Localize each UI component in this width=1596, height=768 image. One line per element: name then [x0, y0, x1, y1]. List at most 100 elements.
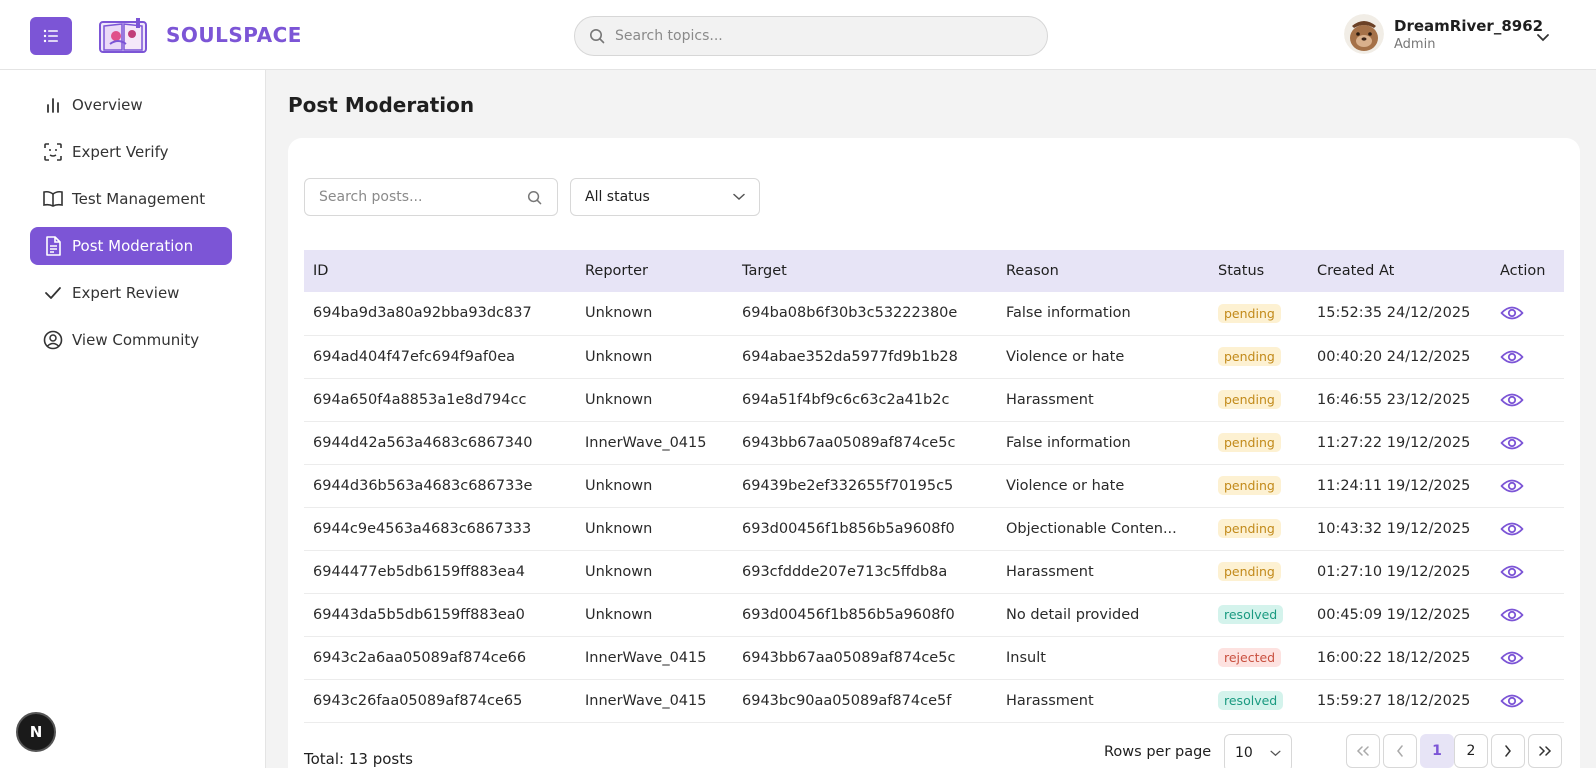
rows-per-page-label: Rows per page — [1104, 744, 1212, 760]
view-eye-icon[interactable] — [1500, 564, 1564, 580]
rows-per-page-select[interactable]: 10 — [1224, 734, 1292, 768]
avatar[interactable] — [1344, 14, 1384, 54]
rows-per-page-value: 10 — [1235, 745, 1253, 761]
view-eye-icon[interactable] — [1500, 693, 1564, 709]
sidebar-item-view-community[interactable]: View Community — [30, 321, 232, 359]
sidebar-item-expert-review[interactable]: Expert Review — [30, 274, 232, 312]
column-header-action: Action — [1500, 263, 1546, 279]
cell-id: 694ba9d3a80a92bba93dc837 — [313, 305, 532, 322]
cell-reporter: Unknown — [585, 348, 653, 365]
cell-action — [1491, 378, 1564, 421]
view-eye-icon[interactable] — [1500, 435, 1564, 451]
cell-reason: Violence or hate — [1006, 348, 1125, 365]
table-row[interactable]: 69443da5b5db6159ff883ea0 Unknown 693d00456… — [304, 593, 1564, 636]
sidebar — [0, 70, 266, 768]
cell-target: 6943bb67aa05089af874ce5c — [742, 649, 956, 666]
sidebar-item-label: Post Moderation — [72, 237, 194, 255]
sidebar-item-label: Expert Verify — [72, 143, 169, 161]
cell-id: 6944d42a563a4683c6867340 — [313, 434, 533, 451]
sidebar-item-test-management[interactable]: Test Management — [30, 180, 232, 218]
view-eye-icon[interactable] — [1500, 349, 1564, 365]
view-eye-icon[interactable] — [1500, 478, 1564, 494]
prev-page-button[interactable] — [1383, 734, 1417, 768]
cell-action — [1491, 335, 1564, 378]
user-menu[interactable]: DreamRiver_8962 Admin — [1344, 14, 1543, 54]
status-badge: pending — [1218, 303, 1281, 323]
page-button-2[interactable]: 2 — [1454, 734, 1488, 768]
cell-id: 6943c26faa05089af874ce65 — [313, 692, 523, 709]
cell-reason: Violence or hate — [1006, 477, 1125, 494]
status-badge: pending — [1218, 347, 1281, 366]
last-page-button[interactable] — [1528, 734, 1562, 768]
cell-action — [1491, 507, 1564, 550]
cell-reason: Objectionable Conten... — [1006, 520, 1177, 537]
cell-reporter: InnerWave_0415 — [585, 692, 707, 709]
column-header-reason[interactable]: Reason — [997, 250, 1209, 292]
table-row[interactable]: 6943c26faa05089af874ce65 InnerWave_0415 69… — [304, 679, 1564, 722]
topic-search-input[interactable] — [615, 28, 995, 44]
sidebar-item-expert-verify[interactable]: Expert Verify — [30, 133, 232, 171]
cell-reason: Harassment — [1006, 563, 1094, 580]
cell-id: 6944477eb5db6159ff883ea4 — [313, 563, 525, 580]
book-icon — [42, 188, 64, 210]
brand-logo[interactable] — [96, 16, 152, 56]
cell-id: 694ad404f47efc694f9af0ea — [313, 348, 516, 365]
cell-status: pending — [1209, 335, 1308, 378]
table-row[interactable]: 6944d36b563a4683c686733e Unknown 69439be2e… — [304, 464, 1564, 507]
column-header-reporter[interactable]: Reporter — [576, 250, 733, 292]
column-header-status[interactable]: Status — [1209, 250, 1308, 292]
dev-tools-badge[interactable]: N — [16, 712, 56, 752]
table-row[interactable]: 6944c9e4563a4683c6867333 Unknown 693d00456… — [304, 507, 1564, 550]
view-eye-icon[interactable] — [1500, 650, 1564, 666]
sidebar-item-overview[interactable]: Overview — [30, 86, 232, 124]
cell-reporter: Unknown — [585, 520, 653, 537]
view-eye-icon[interactable] — [1500, 607, 1564, 623]
cell-target: 693cfddde207e713c5ffdb8a — [742, 563, 948, 580]
menu-toggle-button[interactable] — [30, 17, 72, 55]
cell-created-at: 10:43:32 19/12/2025 — [1317, 520, 1471, 537]
post-search[interactable] — [304, 178, 558, 216]
status-badge: resolved — [1218, 691, 1284, 710]
table-row[interactable]: 694a650f4a8853a1e8d794cc Unknown 694a51f4b… — [304, 378, 1564, 421]
cell-status: resolved — [1209, 593, 1308, 636]
cell-created-at: 00:45:09 19/12/2025 — [1317, 606, 1471, 623]
sidebar-item-label: View Community — [72, 331, 200, 349]
table-row[interactable]: 694ba9d3a80a92bba93dc837 Unknown 694ba08b6… — [304, 292, 1564, 335]
table-row[interactable]: 6943c2a6aa05089af874ce66 InnerWave_0415 69… — [304, 636, 1564, 679]
sidebar-item-post-moderation[interactable]: Post Moderation — [30, 227, 232, 265]
column-header-created-at[interactable]: Created At — [1308, 250, 1491, 292]
cell-created-at: 01:27:10 19/12/2025 — [1317, 563, 1471, 580]
cell-id: 69443da5b5db6159ff883ea0 — [313, 606, 525, 623]
status-badge: pending — [1218, 476, 1281, 495]
cell-target: 694abae352da5977fd9b1b28 — [742, 348, 958, 365]
top-header: SOULSPACE DreamRiver_8962 Admin — [0, 0, 1596, 70]
next-page-button[interactable] — [1491, 734, 1525, 768]
cell-status: pending — [1209, 292, 1308, 335]
post-search-input[interactable] — [305, 189, 523, 205]
view-eye-icon[interactable] — [1500, 305, 1564, 321]
column-header-target[interactable]: Target — [733, 250, 997, 292]
status-badge: pending — [1218, 433, 1281, 452]
brand-name[interactable]: SOULSPACE — [166, 23, 302, 47]
first-page-button[interactable] — [1346, 734, 1380, 768]
cell-target: 69439be2ef332655f70195c5 — [742, 477, 954, 494]
cell-reason: Harassment — [1006, 391, 1094, 408]
status-filter-select[interactable]: All status — [570, 178, 760, 216]
face-scan-icon — [42, 141, 64, 163]
page-button-1[interactable]: 1 — [1420, 734, 1454, 768]
cell-target: 694a51f4bf9c6c63c2a41b2c — [742, 391, 950, 408]
view-eye-icon[interactable] — [1500, 392, 1564, 408]
cell-reporter: InnerWave_0415 — [585, 434, 707, 451]
table-row[interactable]: 694ad404f47efc694f9af0ea Unknown 694abae35… — [304, 335, 1564, 378]
table-row[interactable]: 6944477eb5db6159ff883ea4 Unknown 693cfddde… — [304, 550, 1564, 593]
view-eye-icon[interactable] — [1500, 521, 1564, 537]
table-row[interactable]: 6944d42a563a4683c6867340 InnerWave_0415 69… — [304, 421, 1564, 464]
chevron-down-icon[interactable] — [1536, 28, 1550, 47]
total-count: Total: 13 posts — [304, 750, 413, 768]
cell-target: 6943bc90aa05089af874ce5f — [742, 692, 952, 709]
topic-search[interactable] — [574, 16, 1048, 56]
search-icon — [589, 28, 605, 44]
column-header-id[interactable]: ID — [304, 250, 576, 292]
cell-action — [1491, 593, 1564, 636]
page-title: Post Moderation — [288, 93, 475, 117]
